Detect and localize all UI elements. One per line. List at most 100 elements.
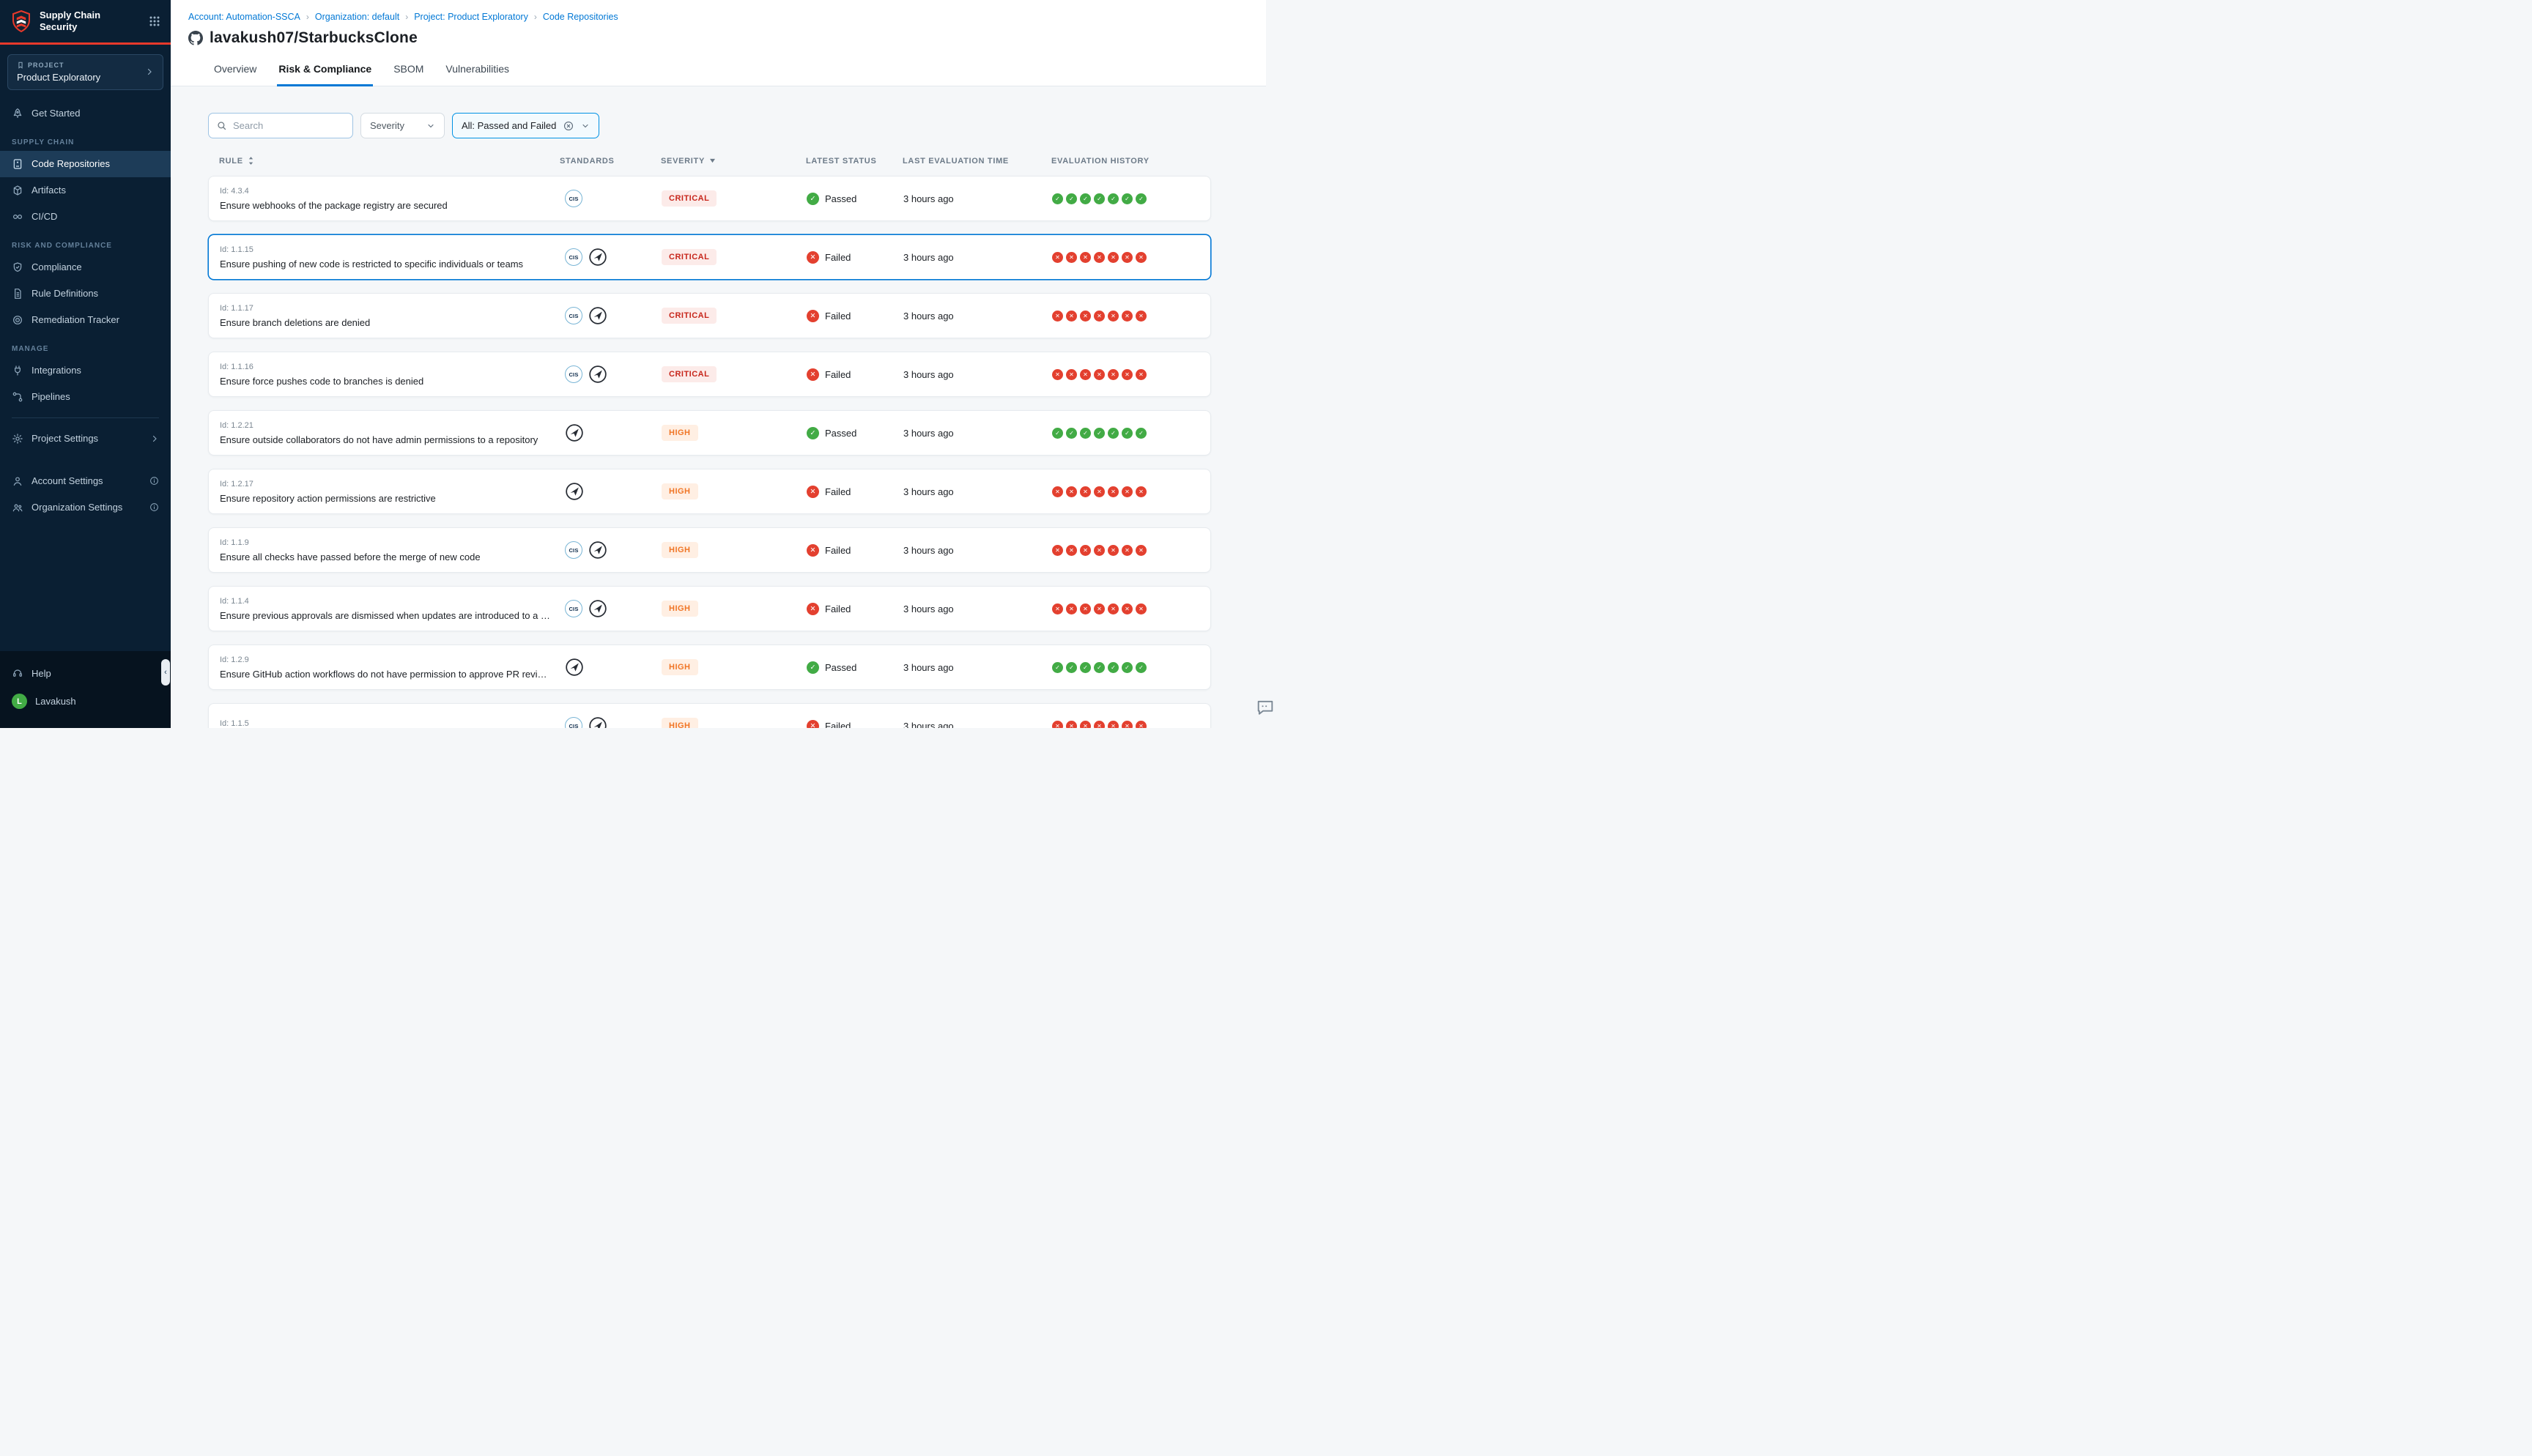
table-row[interactable]: Id: 1.1.4 Ensure previous approvals are … bbox=[208, 586, 1211, 631]
table-row[interactable]: Id: 1.1.17 Ensure branch deletions are d… bbox=[208, 293, 1211, 338]
evaluation-history: ✓✓✓✓✓✓✓ bbox=[1052, 193, 1210, 204]
clear-filter-icon[interactable] bbox=[563, 120, 574, 132]
info-icon[interactable] bbox=[149, 502, 159, 512]
sidebar-item-compliance[interactable]: Compliance bbox=[0, 254, 171, 281]
table-row[interactable]: Id: 1.2.9 Ensure GitHub action workflows… bbox=[208, 645, 1211, 690]
evaluation-history: ✕✕✕✕✕✕✕ bbox=[1052, 486, 1210, 497]
sidebar-item-cicd[interactable]: CI/CD bbox=[0, 204, 171, 230]
app-root: Supply Chain Security PROJECT Product Ex… bbox=[0, 0, 1266, 728]
sidebar-item-label: Artifacts bbox=[32, 185, 66, 196]
standards-cell bbox=[560, 423, 662, 442]
history-pass-icon: ✓ bbox=[1052, 428, 1063, 439]
sidebar-item-code-repositories[interactable]: Code Repositories bbox=[0, 151, 171, 177]
avatar: L bbox=[12, 694, 27, 709]
apps-grid-icon[interactable] bbox=[149, 15, 160, 27]
status-cell: ✕ Failed bbox=[807, 720, 903, 729]
table-row[interactable]: Id: 1.1.15 Ensure pushing of new code is… bbox=[208, 234, 1211, 280]
tab-risk-compliance[interactable]: Risk & Compliance bbox=[277, 56, 373, 86]
rule-name: Ensure outside collaborators do not have… bbox=[220, 434, 560, 445]
search-input[interactable] bbox=[233, 120, 345, 131]
table-row[interactable]: Id: 4.3.4 Ensure webhooks of the package… bbox=[208, 176, 1211, 221]
breadcrumb-separator: › bbox=[534, 12, 537, 22]
cis-standard-icon: CIS bbox=[565, 717, 582, 728]
cis-standard-icon: CIS bbox=[565, 190, 582, 207]
github-icon bbox=[188, 31, 203, 45]
history-pass-icon: ✓ bbox=[1094, 428, 1105, 439]
sidebar-item-project-settings[interactable]: Project Settings bbox=[0, 426, 171, 452]
sidebar-item-artifacts[interactable]: Artifacts bbox=[0, 177, 171, 204]
table-row[interactable]: Id: 1.1.9 Ensure all checks have passed … bbox=[208, 527, 1211, 573]
rule-name: Ensure webhooks of the package registry … bbox=[220, 200, 560, 211]
scorecard-standard-icon bbox=[588, 306, 607, 325]
risk-compliance-content: Severity All: Passed and Failed RULE STA… bbox=[171, 86, 1266, 728]
status-label: Passed bbox=[825, 428, 856, 439]
history-fail-icon: ✕ bbox=[1108, 311, 1119, 322]
sidebar-item-get-started[interactable]: Get Started bbox=[0, 100, 171, 127]
status-icon: ✕ bbox=[807, 251, 819, 264]
sidebar-collapse-handle[interactable]: ‹ bbox=[161, 659, 170, 686]
scorecard-standard-icon bbox=[565, 482, 584, 501]
severity-cell: HIGH bbox=[662, 425, 807, 441]
evaluation-time: 3 hours ago bbox=[903, 603, 1052, 614]
history-fail-icon: ✕ bbox=[1052, 545, 1063, 556]
chat-bubble-icon[interactable] bbox=[1255, 697, 1276, 718]
sort-icon[interactable] bbox=[248, 156, 254, 166]
status-cell: ✓ Passed bbox=[807, 427, 903, 439]
standards-cell: CIS bbox=[560, 306, 662, 325]
tabs: Overview Risk & Compliance SBOM Vulnerab… bbox=[171, 56, 1266, 86]
history-fail-icon: ✕ bbox=[1066, 311, 1077, 322]
evaluation-history: ✕✕✕✕✕✕✕ bbox=[1052, 369, 1210, 380]
table-row[interactable]: Id: 1.1.5 CIS HIGH ✕ Failed 3 hours ago … bbox=[208, 703, 1211, 728]
cis-standard-icon: CIS bbox=[565, 365, 582, 383]
breadcrumb-organization[interactable]: Organization: default bbox=[315, 12, 399, 22]
history-fail-icon: ✕ bbox=[1094, 721, 1105, 729]
severity-filter-dropdown[interactable]: Severity bbox=[360, 113, 445, 138]
project-selector[interactable]: PROJECT Product Exploratory bbox=[7, 54, 163, 90]
rule-cell: Id: 1.1.17 Ensure branch deletions are d… bbox=[209, 304, 560, 328]
table-row[interactable]: Id: 1.2.21 Ensure outside collaborators … bbox=[208, 410, 1211, 456]
info-icon[interactable] bbox=[149, 476, 159, 486]
tab-overview[interactable]: Overview bbox=[212, 56, 258, 86]
breadcrumb-account[interactable]: Account: Automation-SSCA bbox=[188, 12, 300, 22]
history-fail-icon: ✕ bbox=[1108, 486, 1119, 497]
app-title: Supply Chain Security bbox=[40, 10, 120, 34]
breadcrumb-code-repositories[interactable]: Code Repositories bbox=[543, 12, 618, 22]
history-fail-icon: ✕ bbox=[1094, 369, 1105, 380]
sidebar-item-label: Account Settings bbox=[32, 475, 103, 486]
table-row[interactable]: Id: 1.2.17 Ensure repository action perm… bbox=[208, 469, 1211, 514]
sidebar-item-pipelines[interactable]: Pipelines bbox=[0, 384, 171, 410]
tab-vulnerabilities[interactable]: Vulnerabilities bbox=[444, 56, 511, 86]
evaluation-time: 3 hours ago bbox=[903, 252, 1052, 263]
status-icon: ✕ bbox=[807, 720, 819, 729]
evaluation-history: ✕✕✕✕✕✕✕ bbox=[1052, 545, 1210, 556]
evaluation-time: 3 hours ago bbox=[903, 311, 1052, 322]
severity-badge: HIGH bbox=[662, 542, 698, 558]
tab-sbom[interactable]: SBOM bbox=[392, 56, 425, 86]
status-filter-dropdown[interactable]: All: Passed and Failed bbox=[452, 113, 599, 138]
rule-cell: Id: 1.1.9 Ensure all checks have passed … bbox=[209, 538, 560, 562]
table-row[interactable]: Id: 1.1.16 Ensure force pushes code to b… bbox=[208, 352, 1211, 397]
breadcrumb-separator: › bbox=[405, 12, 408, 22]
sidebar-item-help[interactable]: Help bbox=[0, 660, 171, 686]
rule-cell: Id: 1.2.9 Ensure GitHub action workflows… bbox=[209, 655, 560, 680]
severity-badge: HIGH bbox=[662, 601, 698, 617]
sidebar-item-account-settings[interactable]: Account Settings bbox=[0, 468, 171, 494]
cis-standard-icon: CIS bbox=[565, 541, 582, 559]
history-fail-icon: ✕ bbox=[1136, 545, 1147, 556]
nav-section-risk-compliance: RISK AND COMPLIANCE bbox=[0, 230, 171, 254]
rule-id: Id: 1.1.9 bbox=[220, 538, 560, 547]
shield-logo-icon bbox=[10, 10, 32, 33]
rule-id: Id: 1.1.15 bbox=[220, 245, 560, 254]
history-fail-icon: ✕ bbox=[1052, 311, 1063, 322]
sidebar-footer: Help L Lavakush bbox=[0, 651, 171, 728]
sidebar-item-remediation-tracker[interactable]: Remediation Tracker bbox=[0, 307, 171, 333]
sidebar-item-organization-settings[interactable]: Organization Settings bbox=[0, 494, 171, 521]
history-fail-icon: ✕ bbox=[1066, 369, 1077, 380]
organization-settings-icon bbox=[12, 502, 23, 513]
sort-desc-icon[interactable] bbox=[709, 158, 716, 163]
breadcrumb-project[interactable]: Project: Product Exploratory bbox=[414, 12, 528, 22]
user-menu[interactable]: L Lavakush bbox=[0, 686, 171, 716]
sidebar-item-integrations[interactable]: Integrations bbox=[0, 357, 171, 384]
sidebar-item-rule-definitions[interactable]: Rule Definitions bbox=[0, 281, 171, 307]
status-icon: ✕ bbox=[807, 310, 819, 322]
